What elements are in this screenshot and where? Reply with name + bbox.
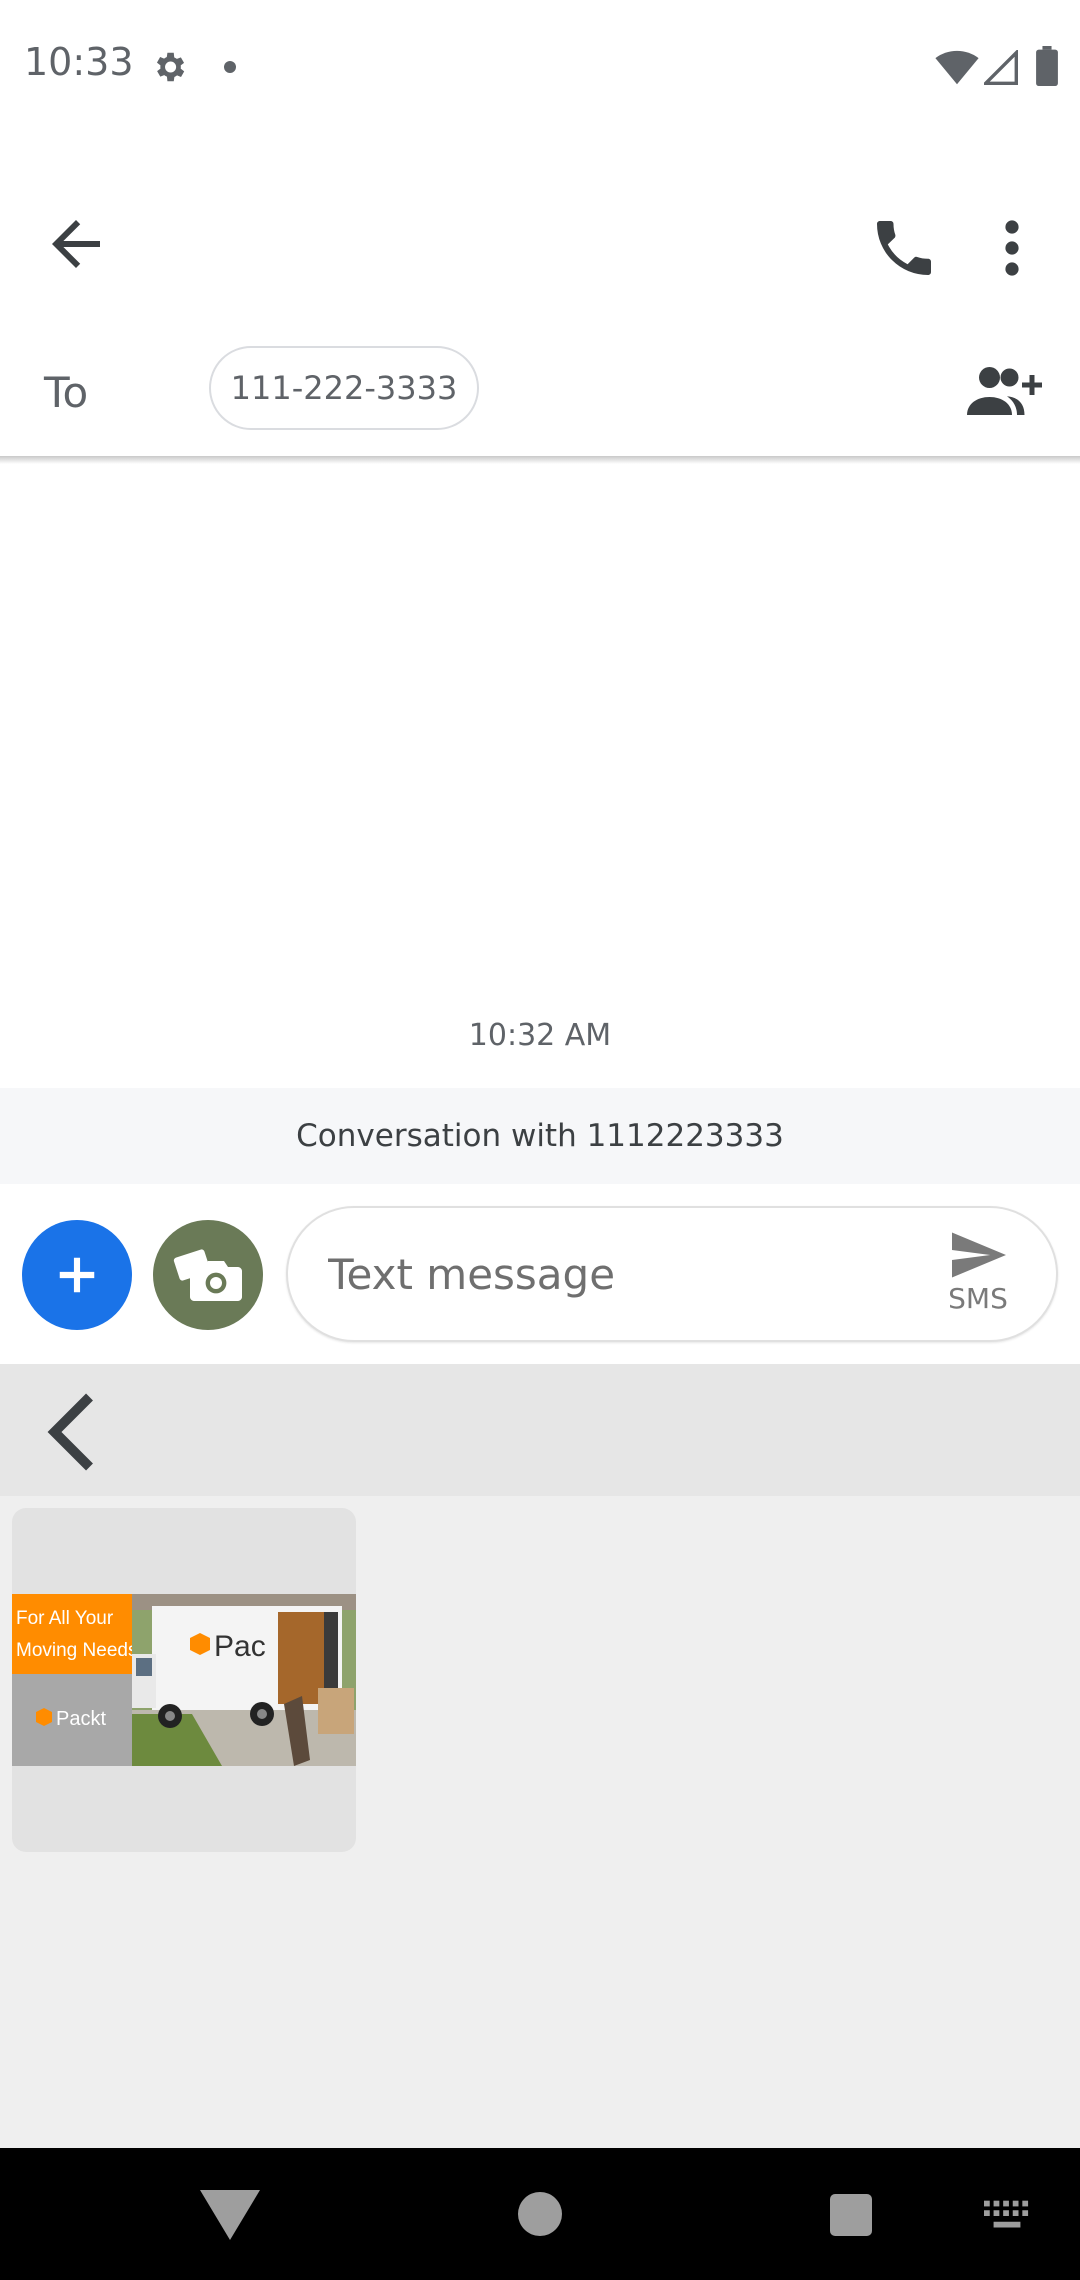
battery-icon — [1036, 46, 1058, 86]
truck-text: Pac — [214, 1630, 266, 1663]
nav-back-icon[interactable] — [200, 2190, 260, 2240]
conversation-banner: Conversation with 1112223333 — [0, 1088, 1080, 1184]
status-time: 10:33 — [24, 40, 134, 84]
send-sms-button[interactable]: SMS — [928, 1226, 1028, 1326]
gallery-image-thumbnail: For All Your Moving Needs Packt Pac — [12, 1594, 356, 1766]
plus-icon — [59, 1257, 95, 1293]
keyboard-icon[interactable] — [984, 2200, 1030, 2232]
thumbnail-banner-line2: Moving Needs — [16, 1640, 137, 1661]
message-input[interactable] — [328, 1244, 888, 1304]
nav-home-icon[interactable] — [518, 2192, 562, 2236]
camera-icon — [173, 1249, 242, 1301]
chevron-left-icon[interactable] — [40, 1390, 104, 1474]
add-person-icon[interactable] — [962, 360, 1042, 420]
add-attachment-button[interactable] — [22, 1220, 132, 1330]
message-timestamp: 10:32 AM — [468, 1018, 612, 1053]
wifi-icon — [935, 50, 979, 85]
gear-icon — [156, 52, 185, 82]
recipient-chip[interactable]: 111-222-3333 — [209, 346, 479, 430]
compose-field: SMS — [286, 1206, 1058, 1342]
media-picker-header — [0, 1364, 1080, 1496]
phone-icon[interactable] — [868, 212, 940, 284]
camera-button[interactable] — [153, 1220, 263, 1330]
more-vert-icon[interactable] — [985, 212, 1039, 284]
send-icon — [952, 1232, 1006, 1278]
back-arrow-icon[interactable] — [40, 208, 112, 280]
notification-dot-icon — [224, 61, 236, 73]
gallery-image-tile[interactable]: For All Your Moving Needs Packt Pac — [12, 1508, 356, 1852]
thumbnail-banner-line1: For All Your — [16, 1608, 114, 1629]
to-label: To — [44, 368, 89, 417]
nav-recents-icon[interactable] — [830, 2194, 872, 2236]
thumbnail-brand: Packt — [56, 1708, 106, 1730]
signal-icon — [984, 50, 1018, 85]
send-label: SMS — [948, 1282, 1008, 1315]
toolbar-shadow — [0, 456, 1080, 464]
